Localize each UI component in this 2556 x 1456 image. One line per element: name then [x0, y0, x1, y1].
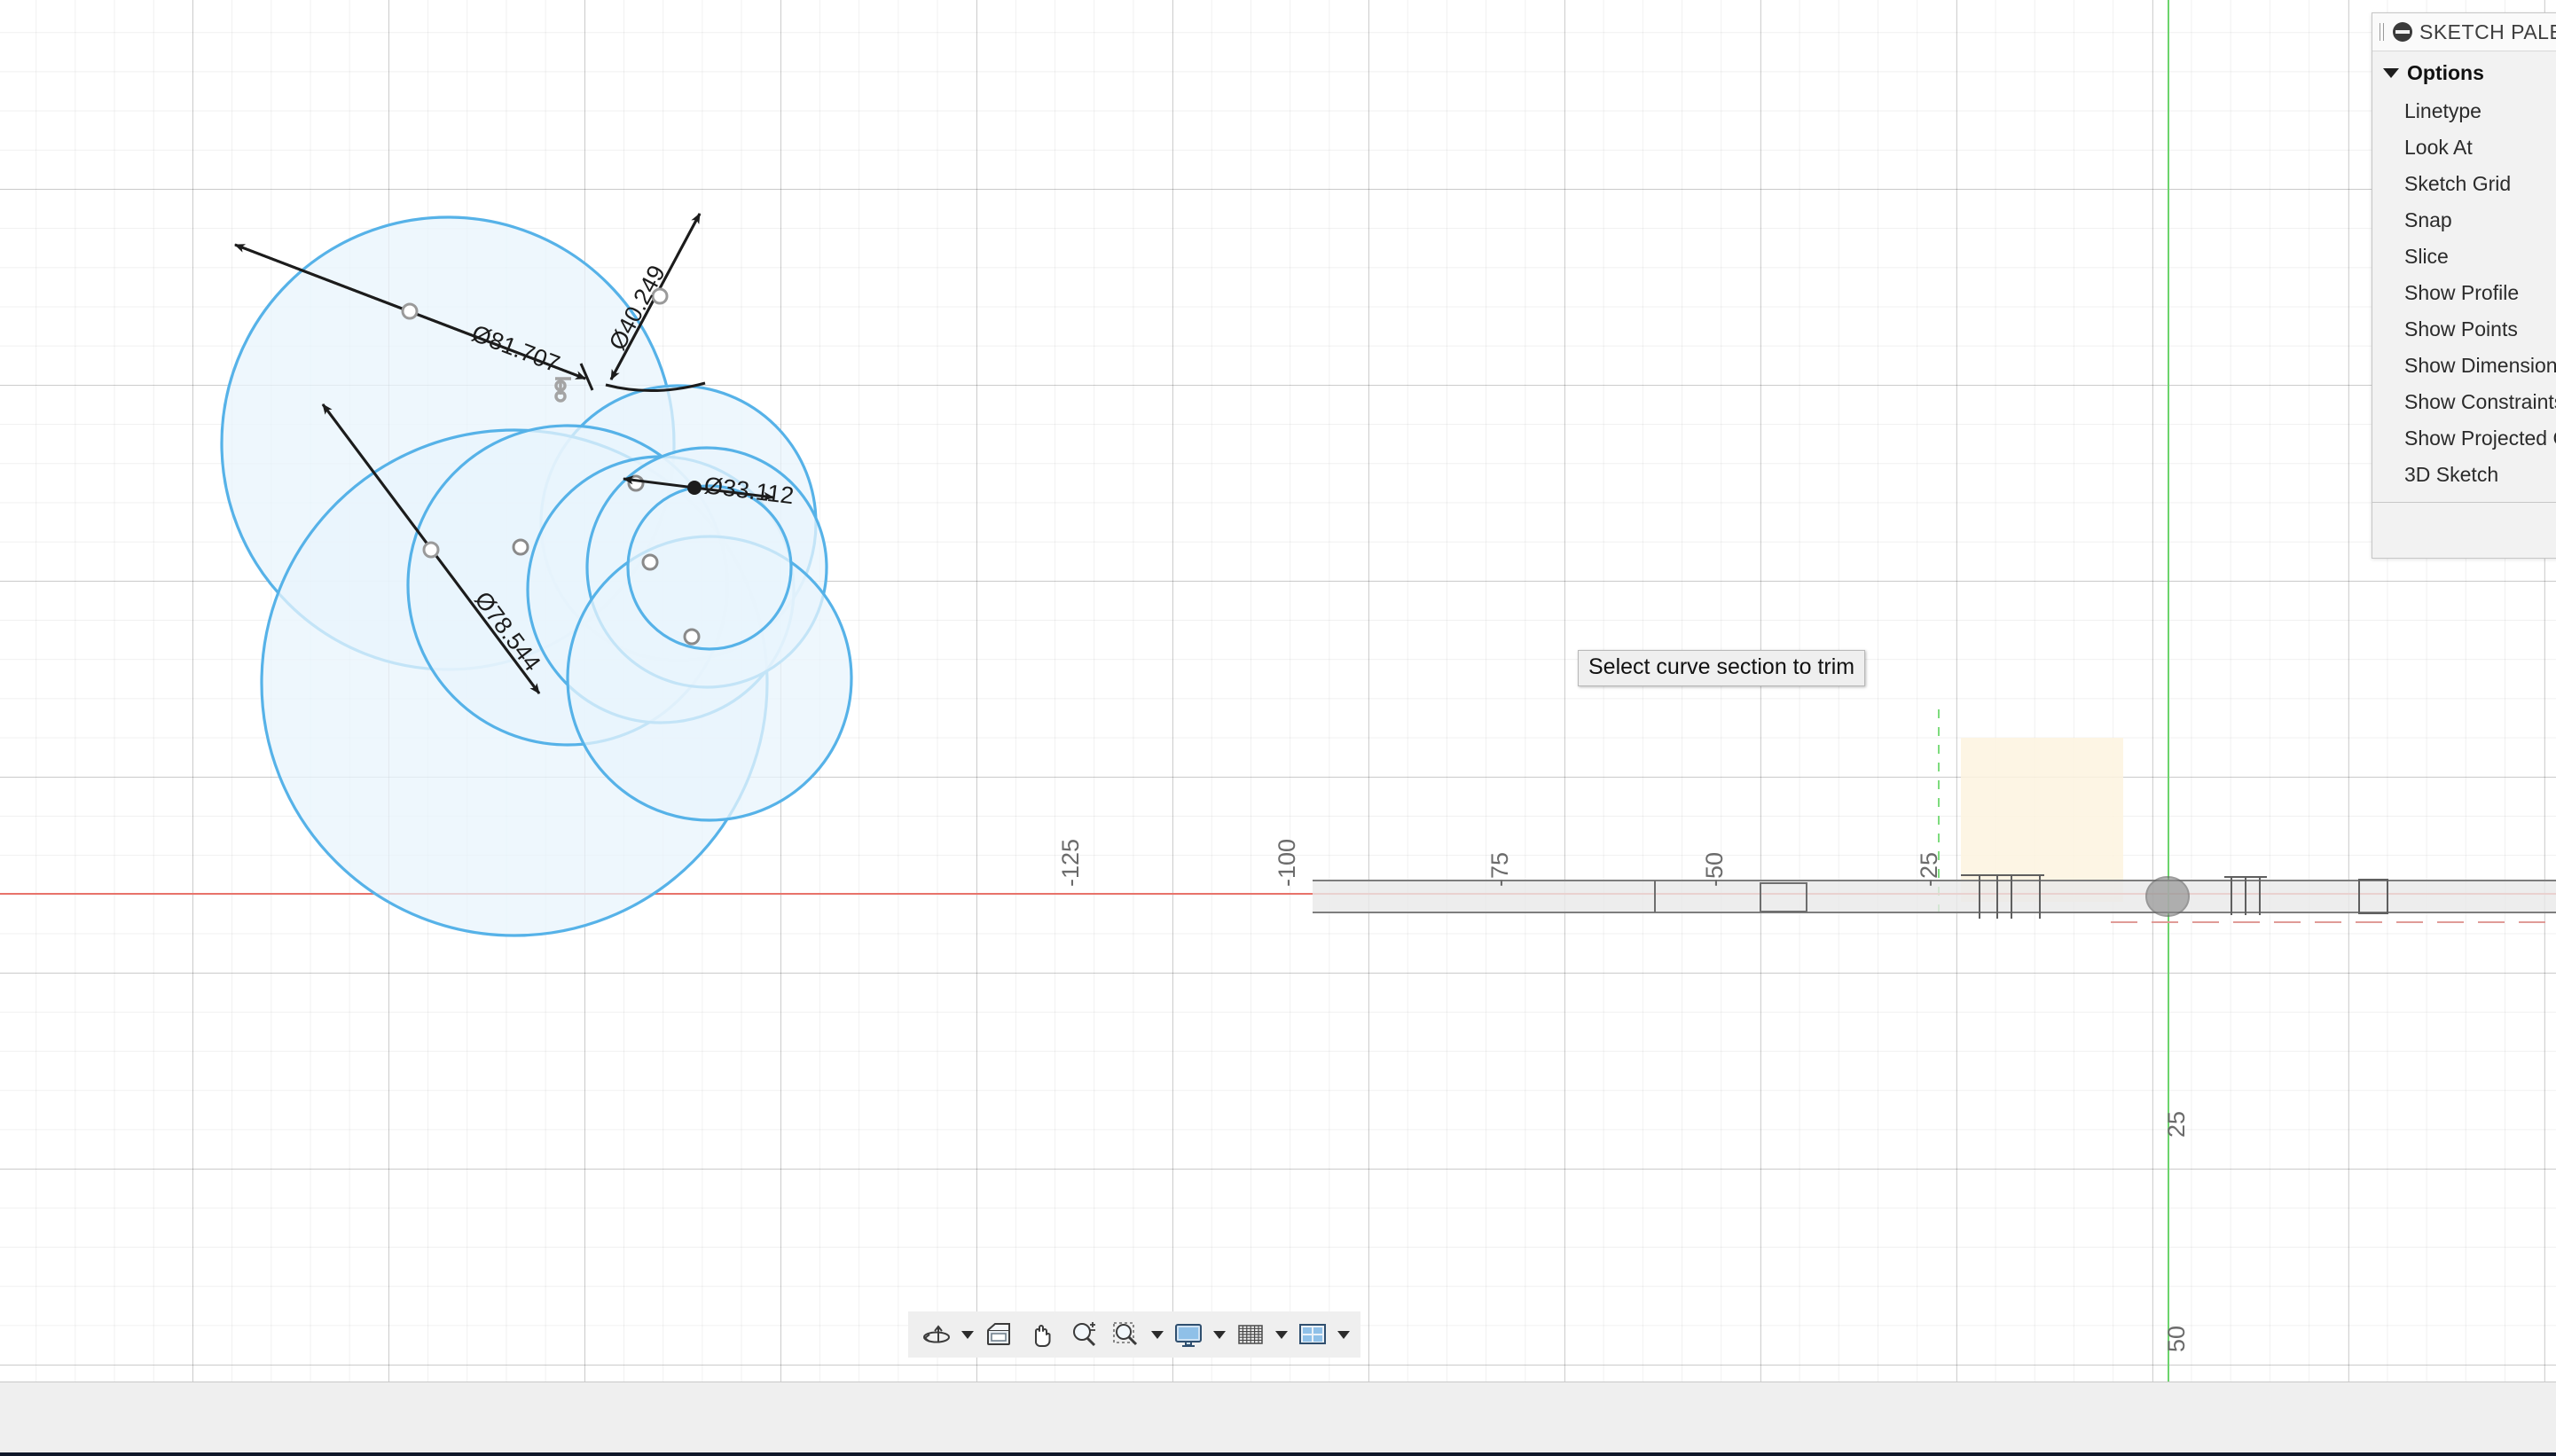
- palette-item-linetype[interactable]: Linetype: [2372, 93, 2556, 129]
- options-section-label: Options: [2407, 61, 2484, 84]
- sketch-palette-header[interactable]: SKETCH PALETT: [2372, 13, 2556, 51]
- palette-item-3d-sketch[interactable]: 3D Sketch: [2372, 457, 2556, 493]
- viewports-icon[interactable]: [1291, 1314, 1334, 1355]
- orbit-icon[interactable]: [915, 1314, 958, 1355]
- palette-item-snap[interactable]: Snap: [2372, 202, 2556, 239]
- ruler-x--25: -25: [1916, 852, 1942, 887]
- zoom-window-dropdown-caret[interactable]: [1148, 1314, 1167, 1355]
- sketch-palette-panel[interactable]: SKETCH PALETT Options Linetype Look At S…: [2372, 12, 2556, 559]
- grid-snap-dropdown-caret[interactable]: [1272, 1314, 1291, 1355]
- sketch-viewport[interactable]: Ø81.707 Ø40.249 Ø78.544 Ø33.112 -125 -10…: [0, 0, 2556, 1382]
- center-point-1[interactable]: [627, 474, 645, 492]
- palette-item-sketch-grid[interactable]: Sketch Grid: [2372, 166, 2556, 202]
- zoom-magnifier-icon[interactable]: [1062, 1314, 1105, 1355]
- pan-hand-icon[interactable]: [1020, 1314, 1062, 1355]
- ruler-y-25: 25: [2163, 1111, 2190, 1138]
- status-bar: [0, 1382, 2556, 1453]
- display-settings-icon[interactable]: [1167, 1314, 1210, 1355]
- orbit-dropdown-caret[interactable]: [958, 1314, 977, 1355]
- viewports-dropdown-caret[interactable]: [1334, 1314, 1353, 1355]
- ruler-x--125: -125: [1057, 839, 1084, 887]
- grid-snap-icon[interactable]: [1229, 1314, 1272, 1355]
- triangle-down-icon[interactable]: [2383, 68, 2399, 78]
- palette-menu-icon[interactable]: [2393, 22, 2412, 42]
- palette-item-show-points[interactable]: Show Points: [2372, 311, 2556, 348]
- palette-item-show-profile[interactable]: Show Profile: [2372, 275, 2556, 311]
- sketch-palette-footer: [2372, 502, 2556, 558]
- ruler-x--75: -75: [1486, 852, 1513, 887]
- sketch-palette-title: SKETCH PALETT: [2419, 20, 2556, 43]
- center-point-2[interactable]: [512, 538, 529, 556]
- ruler-y-50: 50: [2163, 1326, 2190, 1352]
- palette-item-look-at[interactable]: Look At: [2372, 129, 2556, 166]
- ruler-x--50: -50: [1701, 852, 1728, 887]
- navigation-bar[interactable]: [908, 1311, 1360, 1358]
- palette-item-show-projected-geometry[interactable]: Show Projected G: [2372, 420, 2556, 457]
- palette-item-show-constraints[interactable]: Show Constraints: [2372, 384, 2556, 420]
- trim-tooltip: Select curve section to trim: [1578, 650, 1866, 687]
- options-section-header[interactable]: Options: [2372, 57, 2556, 93]
- taskbar-strip: [0, 1452, 2556, 1456]
- sketch-circles[interactable]: [220, 215, 853, 937]
- center-point-3[interactable]: [641, 553, 659, 571]
- center-point-4[interactable]: [683, 628, 701, 646]
- display-settings-dropdown-caret[interactable]: [1210, 1314, 1229, 1355]
- sketch-palette-body[interactable]: Options Linetype Look At Sketch Grid Sna…: [2372, 51, 2556, 502]
- palette-item-show-dimensions[interactable]: Show Dimensions: [2372, 348, 2556, 384]
- ruler-labels: -125 -100 -75 -50 -25 25 50: [1057, 839, 2190, 1352]
- sketch-geometry[interactable]: Ø81.707 Ø40.249 Ø78.544 Ø33.112 -125 -10…: [0, 0, 2556, 1382]
- palette-item-slice[interactable]: Slice: [2372, 239, 2556, 275]
- look-at-icon[interactable]: [977, 1314, 1020, 1355]
- drag-grip-icon[interactable]: [2380, 23, 2386, 41]
- zoom-window-icon[interactable]: [1105, 1314, 1148, 1355]
- ruler-x--100: -100: [1274, 839, 1300, 887]
